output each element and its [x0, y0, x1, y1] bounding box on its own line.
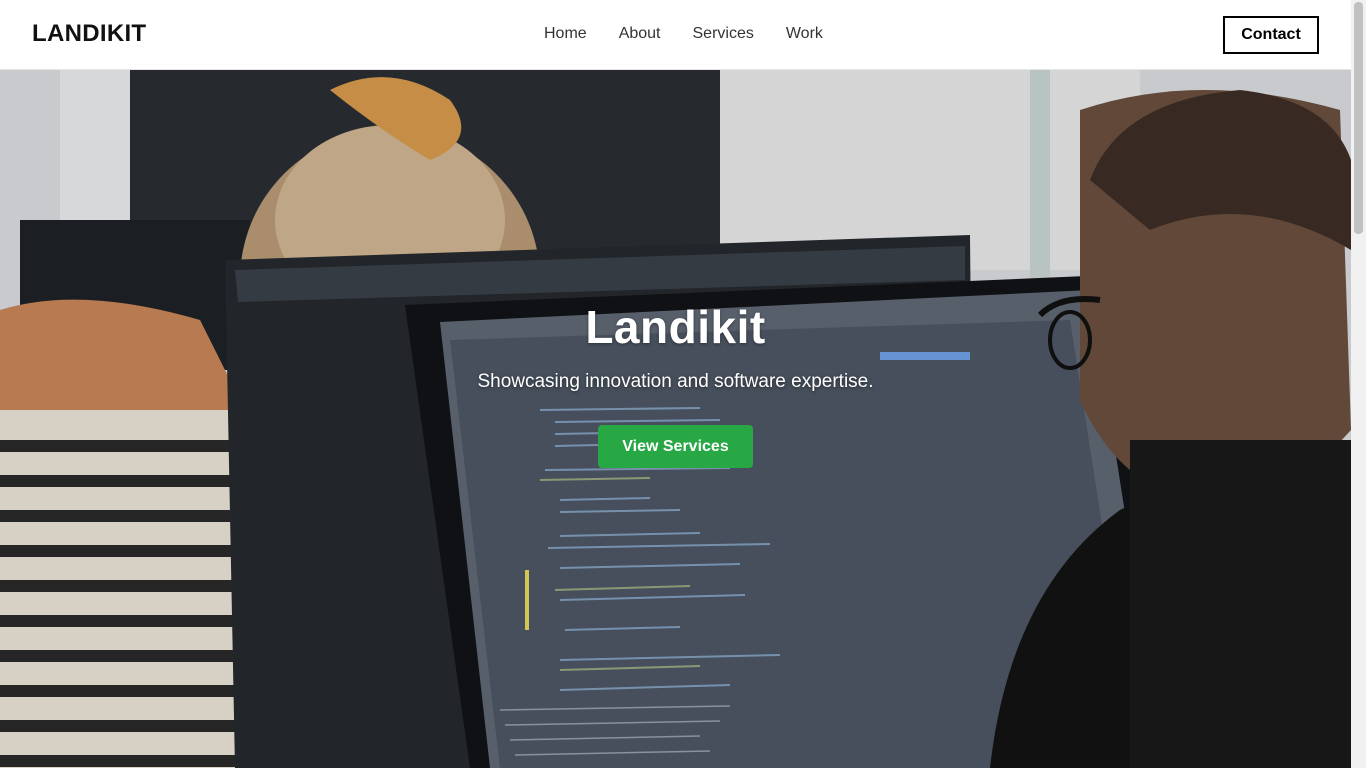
hero-section: Landikit Showcasing innovation and softw… [0, 70, 1351, 768]
nav-home-link[interactable]: Home [544, 24, 587, 44]
main-nav: Home About Services Work [544, 24, 855, 44]
view-services-button[interactable]: View Services [598, 425, 753, 468]
site-logo[interactable]: LANDIKIT [32, 20, 146, 48]
nav-work-link[interactable]: Work [786, 24, 823, 44]
hero-title: Landikit [585, 301, 766, 353]
site-header: LANDIKIT Home About Services Work Contac… [0, 0, 1351, 70]
contact-button[interactable]: Contact [1223, 16, 1319, 54]
hero-subtitle: Showcasing innovation and software exper… [477, 371, 874, 392]
nav-about-link[interactable]: About [619, 24, 661, 44]
hero-overlay [0, 70, 1351, 768]
nav-services-link[interactable]: Services [693, 24, 754, 44]
page-scrollbar[interactable] [1351, 0, 1366, 768]
scrollbar-thumb[interactable] [1354, 2, 1363, 234]
